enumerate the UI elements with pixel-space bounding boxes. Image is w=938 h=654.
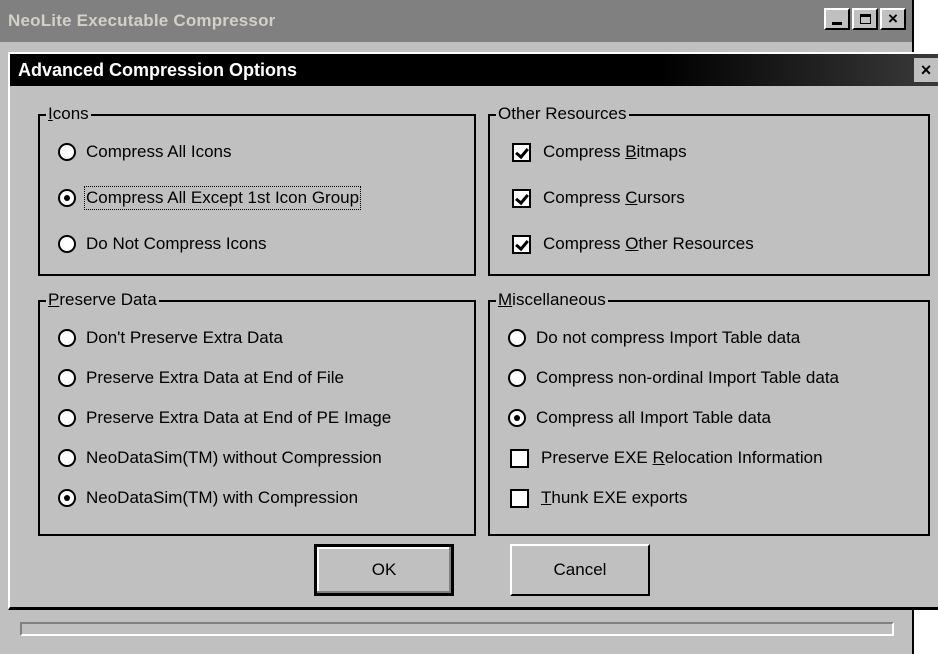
label-accelerator: R — [652, 448, 665, 467]
preserve-data-group: Preserve Data Don't Preserve Extra Data … — [38, 290, 476, 536]
radio-preserve-end-of-file[interactable]: Preserve Extra Data at End of File — [58, 368, 344, 388]
label-part: ursors — [637, 188, 685, 207]
option-label: Compress Cursors — [543, 188, 685, 208]
option-label: Don't Preserve Extra Data — [86, 328, 283, 347]
radio-indicator — [58, 489, 76, 507]
radio-compress-all-icons[interactable]: Compress All Icons — [58, 142, 232, 162]
checkbox-compress-cursors[interactable]: Compress Cursors — [512, 188, 685, 208]
close-icon: × — [920, 59, 932, 80]
legend-accelerator: M — [498, 290, 513, 309]
cancel-button[interactable]: Cancel — [510, 544, 650, 596]
dialog-close-button[interactable]: × — [914, 58, 938, 82]
option-label: Preserve EXE Relocation Information — [541, 448, 823, 468]
option-label: Do not compress Import Table data — [536, 328, 801, 347]
parent-close-button[interactable]: × — [880, 8, 906, 30]
icons-group: Icons Compress All Icons Compress All Ex… — [38, 104, 476, 276]
option-label: Preserve Extra Data at End of File — [86, 368, 344, 387]
label-part: itmaps — [636, 142, 687, 161]
radio-neodatasim-with-compression[interactable]: NeoDataSim(TM) with Compression — [58, 488, 358, 508]
radio-dont-preserve-extra-data[interactable]: Don't Preserve Extra Data — [58, 328, 283, 348]
label-part: hunk EXE exports — [551, 488, 688, 507]
label-part: Compress — [543, 142, 626, 161]
radio-indicator — [58, 409, 76, 427]
checkbox-indicator — [510, 448, 529, 468]
radio-do-not-compress-import-table[interactable]: Do not compress Import Table data — [508, 328, 800, 348]
option-label: Compress all Import Table data — [536, 408, 771, 427]
option-label: Do Not Compress Icons — [86, 234, 267, 253]
radio-indicator — [508, 369, 526, 387]
option-label: NeoDataSim(TM) with Compression — [86, 488, 359, 507]
option-label: NeoDataSim(TM) without Compression — [86, 448, 382, 467]
radio-indicator — [58, 329, 76, 347]
radio-neodatasim-without-compression[interactable]: NeoDataSim(TM) without Compression — [58, 448, 382, 468]
parent-window-title: NeoLite Executable Compressor — [8, 11, 276, 30]
radio-indicator — [508, 409, 526, 427]
label-accelerator: O — [625, 234, 639, 253]
radio-compress-all-except-first[interactable]: Compress All Except 1st Icon Group — [58, 186, 362, 210]
checkbox-compress-bitmaps[interactable]: Compress Bitmaps — [512, 142, 687, 162]
legend-text: cons — [52, 104, 89, 123]
option-label: Compress Bitmaps — [543, 142, 687, 162]
radio-indicator — [58, 369, 76, 387]
checkbox-indicator — [510, 488, 529, 508]
checkbox-compress-other-resources[interactable]: Compress Other Resources — [512, 234, 754, 254]
label-part: Compress — [543, 188, 626, 207]
label-part: Compress — [543, 234, 626, 253]
cancel-button-label: Cancel — [553, 560, 607, 579]
radio-indicator — [58, 235, 76, 253]
minimize-button[interactable] — [824, 8, 850, 30]
legend-text: reserve Data — [59, 290, 157, 309]
maximize-button[interactable] — [852, 8, 878, 30]
ok-button-label: OK — [371, 560, 397, 579]
radio-preserve-end-of-pe-image[interactable]: Preserve Extra Data at End of PE Image — [58, 408, 391, 428]
dialog-title-bar[interactable]: Advanced Compression Options × — [10, 54, 938, 86]
parent-title-bar[interactable]: NeoLite Executable Compressor × — [0, 0, 912, 42]
icons-group-legend: Icons — [46, 104, 91, 124]
label-accelerator: C — [625, 188, 638, 207]
checkbox-indicator — [512, 234, 531, 254]
legend-accelerator: P — [48, 290, 60, 309]
label-part: Preserve EXE — [541, 448, 653, 467]
other-resources-group: Other Resources Compress Bitmaps Compres… — [488, 104, 930, 276]
miscellaneous-group: Miscellaneous Do not compress Import Tab… — [488, 290, 930, 536]
radio-compress-all-import-table[interactable]: Compress all Import Table data — [508, 408, 771, 428]
parent-caption-buttons: × — [824, 8, 906, 30]
preserve-data-legend: Preserve Data — [46, 290, 159, 310]
checkbox-preserve-exe-relocation[interactable]: Preserve EXE Relocation Information — [510, 448, 823, 468]
radio-indicator — [58, 189, 76, 207]
checkbox-thunk-exe-exports[interactable]: Thunk EXE exports — [510, 488, 687, 508]
checkbox-indicator — [512, 142, 531, 162]
label-accelerator: B — [625, 142, 637, 161]
option-label: Thunk EXE exports — [541, 488, 687, 508]
radio-do-not-compress-icons[interactable]: Do Not Compress Icons — [58, 234, 266, 254]
maximize-icon — [859, 14, 871, 24]
miscellaneous-legend: Miscellaneous — [496, 290, 608, 310]
other-resources-legend: Other Resources — [496, 104, 629, 124]
option-label: Compress Other Resources — [543, 234, 754, 254]
option-label: Compress non-ordinal Import Table data — [536, 368, 840, 387]
advanced-compression-dialog: Advanced Compression Options × Icons Com… — [8, 52, 938, 610]
checkbox-indicator — [512, 188, 531, 208]
dialog-title: Advanced Compression Options — [18, 59, 298, 80]
legend-text: iscellaneous — [512, 290, 606, 309]
minimize-icon — [832, 22, 842, 25]
label-part: elocation Information — [664, 448, 823, 467]
label-accelerator: T — [541, 488, 552, 507]
label-part: ther Resources — [638, 234, 754, 253]
close-icon: × — [888, 9, 898, 28]
option-label: Preserve Extra Data at End of PE Image — [86, 408, 392, 427]
radio-indicator — [508, 329, 526, 347]
radio-compress-non-ordinal-import-table[interactable]: Compress non-ordinal Import Table data — [508, 368, 839, 388]
ok-button[interactable]: OK — [314, 544, 454, 596]
option-label: Compress All Icons — [86, 142, 232, 161]
option-label: Compress All Except 1st Icon Group — [83, 186, 362, 210]
radio-indicator — [58, 449, 76, 467]
radio-indicator — [58, 143, 76, 161]
parent-status-strip — [20, 622, 894, 636]
